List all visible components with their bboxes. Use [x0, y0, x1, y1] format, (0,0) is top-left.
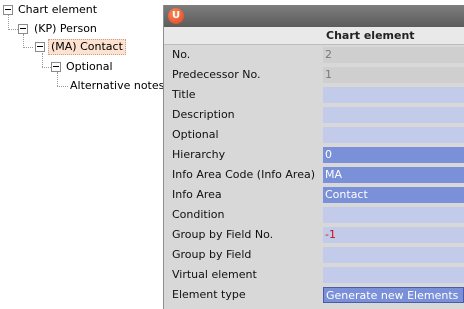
element-tree: Chart element (KP) Person (MA) Contact O…: [0, 0, 164, 309]
element-type-select[interactable]: Generate new Elements: [323, 287, 464, 303]
field-row: Hierarchy 0: [164, 145, 464, 165]
field-value[interactable]: [323, 87, 464, 103]
field-label: Element type: [172, 288, 246, 301]
tree-node-contact[interactable]: (MA) Contact: [0, 39, 126, 55]
field-value: 1: [323, 67, 464, 83]
field-label: Group by Field No.: [172, 228, 274, 241]
collapse-icon[interactable]: [3, 5, 13, 15]
field-row: Info Area Contact: [164, 185, 464, 205]
field-row: Virtual element: [164, 265, 464, 285]
field-label: No.: [172, 48, 191, 61]
window-titlebar[interactable]: U: [164, 5, 464, 27]
field-row: Predecessor No. 1: [164, 65, 464, 85]
field-value[interactable]: 0: [323, 147, 464, 163]
collapse-icon[interactable]: [51, 62, 61, 72]
field-row: Optional: [164, 125, 464, 145]
field-label: Info Area Code (Info Area): [172, 168, 315, 181]
field-value[interactable]: Contact: [323, 187, 464, 203]
field-value[interactable]: [323, 107, 464, 123]
tree-node-root[interactable]: Chart element: [0, 2, 99, 18]
chart-element-window: U Chart element No. 2 Predecessor No. 1 Titl…: [163, 5, 464, 309]
panel-title: Chart element: [326, 29, 415, 42]
tree-node-label: (MA) Contact: [48, 39, 126, 55]
field-value: 2: [323, 47, 464, 63]
field-label: Info Area: [172, 188, 222, 201]
field-value[interactable]: [323, 127, 464, 143]
field-value[interactable]: MA: [323, 167, 464, 183]
collapse-icon[interactable]: [18, 24, 28, 34]
field-label: Virtual element: [172, 268, 257, 281]
collapse-icon[interactable]: [35, 42, 45, 52]
field-row: Group by Field: [164, 245, 464, 265]
field-label: Condition: [172, 208, 225, 221]
field-label: Optional: [172, 128, 219, 141]
field-value[interactable]: [323, 247, 464, 263]
field-row: Title: [164, 85, 464, 105]
tree-node-label: Alternative notes: [70, 79, 165, 92]
tree-node-label: (KP) Person: [34, 22, 97, 35]
tree-node-alternative-notes[interactable]: Alternative notes: [0, 78, 166, 94]
field-row: No. 2: [164, 45, 464, 65]
field-label: Predecessor No.: [172, 68, 261, 81]
field-row: Condition: [164, 205, 464, 225]
field-row: Description: [164, 105, 464, 125]
tree-node-person[interactable]: (KP) Person: [0, 21, 99, 37]
field-label: Group by Field: [172, 248, 252, 261]
field-value[interactable]: -1: [323, 227, 464, 243]
field-value[interactable]: [323, 207, 464, 223]
panel-header: Chart element: [164, 27, 464, 45]
app-logo-icon: U: [168, 8, 184, 24]
field-value[interactable]: [323, 267, 464, 283]
field-label: Title: [172, 88, 196, 101]
field-row: Element type Generate new Elements: [164, 285, 464, 305]
field-label: Description: [172, 108, 235, 121]
tree-node-label: Optional: [66, 60, 113, 73]
tree-node-optional[interactable]: Optional: [0, 59, 115, 75]
field-row: Info Area Code (Info Area) MA: [164, 165, 464, 185]
field-label: Hierarchy: [172, 148, 226, 161]
field-row: Group by Field No. -1: [164, 225, 464, 245]
tree-node-label: Chart element: [18, 3, 98, 16]
